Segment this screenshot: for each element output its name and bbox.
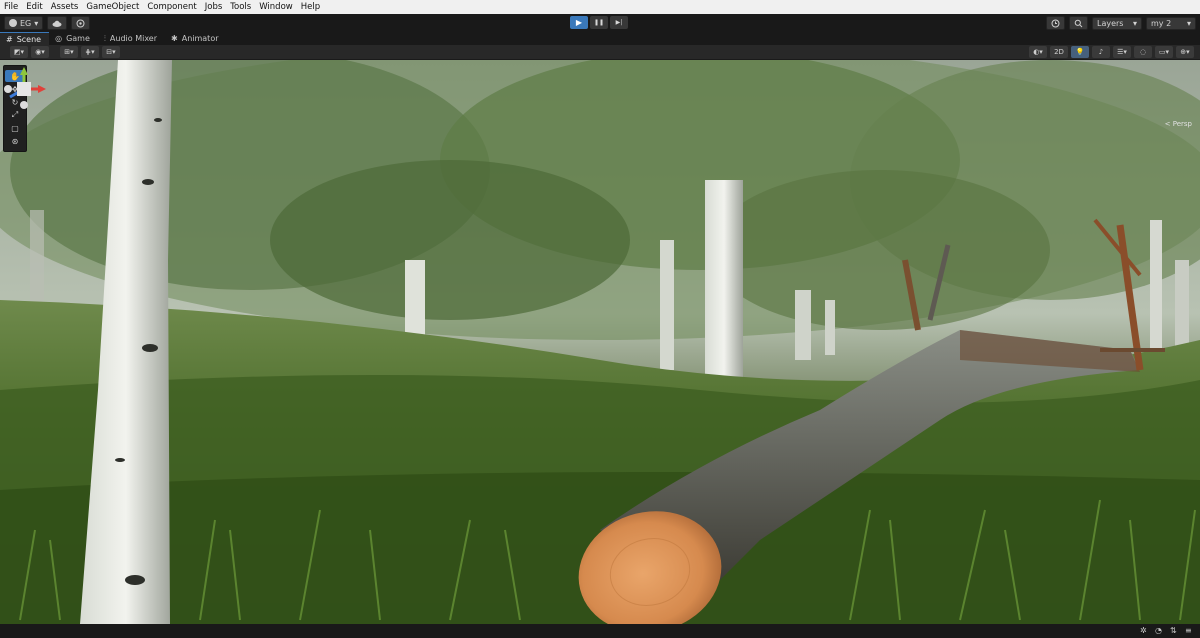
draw-mode-icon: ◩▾ <box>13 48 25 56</box>
audio-icon: ♪ <box>1098 48 1104 56</box>
layers-icon[interactable]: ≡ <box>1185 626 1194 635</box>
gizmos-icon: ⊕▾ <box>1180 48 1190 56</box>
menu-file[interactable]: File <box>4 0 18 14</box>
effects-icon: ☰▾ <box>1117 48 1127 56</box>
layout-label: my 2 <box>1151 18 1172 28</box>
lighting-toggle[interactable]: 💡 <box>1071 46 1089 58</box>
effects-dropdown[interactable]: ☰▾ <box>1113 46 1131 58</box>
mode-2d-button[interactable]: 2D <box>1050 46 1068 58</box>
chevron-down-icon: ▾ <box>34 18 39 28</box>
layout-dropdown[interactable]: my 2 ▾ <box>1146 16 1196 30</box>
rect-tool-button[interactable]: ▢ <box>5 122 25 134</box>
history-icon <box>1051 19 1060 27</box>
account-label: EG <box>20 18 32 28</box>
audio-toggle[interactable]: ♪ <box>1092 46 1110 58</box>
pause-button[interactable]: ❚❚ <box>590 16 608 29</box>
step-icon: ▶| <box>615 19 623 26</box>
account-dropdown[interactable]: EG ▾ <box>4 16 44 30</box>
menu-gameobject[interactable]: GameObject <box>86 0 139 14</box>
gizmos-dropdown[interactable]: ⊕▾ <box>1176 46 1194 58</box>
pivot-icon: ⊞▾ <box>64 48 74 56</box>
menu-edit[interactable]: Edit <box>26 0 42 14</box>
render-icon: ◉▾ <box>35 48 45 56</box>
tab-audio-mixer[interactable]: ⫶ Audio Mixer <box>98 32 165 45</box>
animator-icon: ✱ <box>171 34 178 43</box>
layers-label: Layers <box>1097 18 1124 28</box>
menu-tools[interactable]: Tools <box>230 0 251 14</box>
mixer-icon: ⫶ <box>103 33 106 43</box>
tab-animator-label: Animator <box>181 34 219 43</box>
draw-mode-button[interactable]: ◩▾ <box>10 46 28 58</box>
menu-assets[interactable]: Assets <box>51 0 79 14</box>
play-button[interactable]: ▶ <box>570 16 588 29</box>
render-mode-button[interactable]: ◉▾ <box>31 46 49 58</box>
increment-icon: ⊟▾ <box>106 48 116 56</box>
chevron-down-icon: ▾ <box>1132 18 1137 28</box>
account-icon <box>9 19 17 27</box>
editor-tab-bar: # Scene ◎ Game ⫶ Audio Mixer ✱ Animator <box>0 32 1200 45</box>
cloud-button[interactable] <box>47 16 68 30</box>
transform-tool-button[interactable]: ⊛ <box>5 135 25 147</box>
orientation-gizmo[interactable] <box>0 60 48 120</box>
cloud-icon <box>52 20 62 27</box>
mode-2d-label: 2D <box>1054 48 1064 56</box>
pause-icon: ❚❚ <box>593 19 605 26</box>
shading-button[interactable]: ◐▾ <box>1029 46 1047 58</box>
projection-label[interactable]: < Persp <box>1165 120 1192 128</box>
tab-animator[interactable]: ✱ Animator <box>165 32 226 45</box>
layers-dropdown[interactable]: Layers ▾ <box>1092 16 1142 30</box>
hidden-icon: ◌ <box>1139 48 1147 56</box>
tab-game-label: Game <box>66 34 90 43</box>
tab-audio-mixer-label: Audio Mixer <box>109 34 158 43</box>
tab-game[interactable]: ◎ Game <box>49 32 98 45</box>
pivot-button[interactable]: ⊞▾ <box>60 46 78 58</box>
step-button[interactable]: ▶| <box>610 16 628 29</box>
search-button[interactable] <box>1069 16 1088 30</box>
play-icon: ▶ <box>575 18 583 27</box>
camera-dropdown[interactable]: ▭▾ <box>1155 46 1173 58</box>
gamepad-icon: ◎ <box>55 34 63 43</box>
menu-jobs[interactable]: Jobs <box>205 0 223 14</box>
scene-toolbar: ◩▾ ◉▾ ⊞▾ ⋕▾ ⊟▾ ◐▾ 2D 💡 ♪ ☰▾ ◌ ▭▾ ⊕▾ <box>0 45 1200 60</box>
search-icon <box>1074 19 1083 27</box>
menu-bar: File Edit Assets GameObject Component Jobs Too… <box>0 0 1200 14</box>
tab-scene[interactable]: # Scene <box>0 32 50 45</box>
tab-scene-label: Scene <box>16 34 42 44</box>
transform-icon: ⊛ <box>11 136 19 146</box>
collab-button[interactable] <box>71 16 91 30</box>
menu-window[interactable]: Window <box>259 0 293 14</box>
main-toolbar: EG ▾ ▶ ❚❚ ▶| Layers ▾ my 2 ▾ <box>0 14 1200 32</box>
grid-icon: # <box>6 34 13 44</box>
menu-component[interactable]: Component <box>147 0 196 14</box>
network-icon[interactable]: ⇅ <box>1170 626 1179 635</box>
status-bar: ✲ ◔ ⇅ ≡ <box>0 624 1200 638</box>
scene-viewport[interactable]: ✋ ✥ ↻ ⤢ ▢ ⊛ < Persp <box>0 60 1200 624</box>
grid-snap-icon: ⋕▾ <box>85 48 95 56</box>
progress-icon[interactable]: ◔ <box>1155 626 1164 635</box>
bug-icon[interactable]: ✲ <box>1140 626 1149 635</box>
menu-help[interactable]: Help <box>301 0 320 14</box>
camera-icon: ▭▾ <box>1158 48 1170 56</box>
collab-icon <box>76 19 85 27</box>
rect-icon: ▢ <box>11 123 19 133</box>
shading-icon: ◐▾ <box>1033 48 1043 56</box>
history-button[interactable] <box>1046 16 1065 30</box>
lighting-icon: 💡 <box>1075 48 1085 56</box>
increment-snap-button[interactable]: ⊟▾ <box>102 46 120 58</box>
hidden-objects-toggle[interactable]: ◌ <box>1134 46 1152 58</box>
forest-scene-render <box>0 60 1200 624</box>
chevron-down-icon: ▾ <box>1186 18 1191 28</box>
grid-snap-button[interactable]: ⋕▾ <box>81 46 99 58</box>
